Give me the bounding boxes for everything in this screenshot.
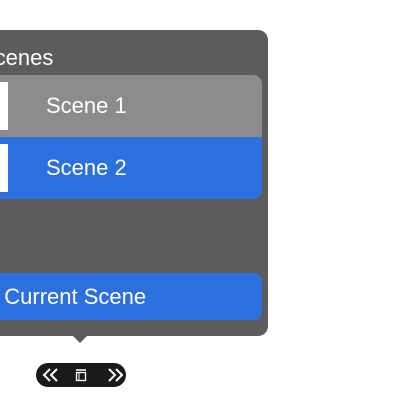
screen: Scenes Scene 1 Scene 2 Save Current Scen… bbox=[0, 0, 400, 400]
previous-button[interactable] bbox=[38, 363, 64, 387]
popover-pointer bbox=[73, 336, 87, 343]
save-button-label: Save Current Scene bbox=[0, 284, 147, 309]
scene-item-label: Scene 2 bbox=[46, 155, 127, 180]
presentation-icon bbox=[74, 368, 88, 382]
double-chevron-left-icon bbox=[42, 368, 60, 382]
next-button[interactable] bbox=[102, 363, 128, 387]
double-chevron-right-icon bbox=[106, 368, 124, 382]
scene-list: Scene 1 Scene 2 bbox=[0, 75, 262, 199]
scene-item-2[interactable]: Scene 2 bbox=[0, 137, 262, 199]
save-current-scene-button[interactable]: Save Current Scene bbox=[0, 273, 262, 320]
scenes-popover: Scenes Scene 1 Scene 2 Save Current Scen… bbox=[0, 30, 268, 336]
popover-title: Scenes bbox=[0, 45, 54, 70]
scene-item-1[interactable]: Scene 1 bbox=[0, 75, 262, 137]
scene-thumbnail bbox=[0, 82, 8, 130]
scene-item-label: Scene 1 bbox=[46, 93, 127, 118]
scenes-button[interactable] bbox=[68, 363, 94, 387]
scene-thumbnail bbox=[0, 144, 8, 192]
bottom-toolbar bbox=[36, 363, 126, 387]
